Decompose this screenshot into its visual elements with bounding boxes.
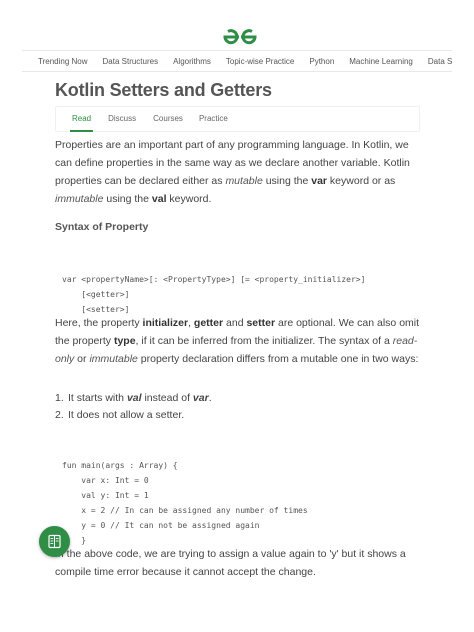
nav-item-topic-wise-practice[interactable]: Topic-wise Practice	[226, 57, 294, 66]
intro-var-keyword: var	[311, 175, 328, 187]
explain-immutable: immutable	[89, 353, 138, 365]
article-fab-button[interactable]	[39, 526, 70, 557]
intro-text: keyword or as	[327, 175, 396, 187]
list-var-keyword: var	[192, 392, 209, 404]
article-icon	[48, 534, 61, 549]
tab-courses[interactable]: Courses	[153, 106, 183, 132]
code-line: var x: Int = 0	[62, 476, 149, 485]
tab-discuss[interactable]: Discuss	[108, 106, 136, 132]
tab-read[interactable]: Read	[69, 106, 94, 132]
page-title: Kotlin Setters and Getters	[55, 80, 272, 100]
nav-item-python[interactable]: Python	[309, 57, 334, 66]
header	[0, 0, 474, 50]
list-text: instead of	[141, 392, 193, 404]
explain-text: , if it can be inferred from the initial…	[135, 335, 393, 347]
intro-immutable: immutable	[55, 193, 104, 205]
nav-item-data-structures[interactable]: Data Structures	[103, 57, 159, 66]
code-line: fun main(args : Array) {	[62, 461, 178, 470]
explain-text: property declaration differs from a muta…	[137, 353, 419, 365]
list-number: 2.	[55, 409, 64, 421]
nav-item-machine-learning[interactable]: Machine Learning	[349, 57, 413, 66]
list-text: .	[208, 392, 212, 404]
gfg-logo-icon[interactable]	[222, 28, 258, 46]
nav-item-data-science[interactable]: Data Science	[428, 57, 452, 66]
explain-setter: setter	[246, 317, 276, 329]
list-item: 1. It starts with val instead of var.	[55, 390, 212, 406]
intro-val-keyword: val	[151, 193, 167, 205]
list-item: 2. It does not allow a setter.	[55, 407, 212, 423]
top-navigation: Trending Now Data Structures Algorithms …	[22, 50, 452, 72]
code-line: y = 0 // It can not be assigned again	[62, 521, 260, 530]
list-number: 1.	[55, 392, 64, 404]
explain-text: Here, the property	[55, 317, 143, 329]
intro-paragraph: Properties are an important part of any …	[55, 136, 420, 208]
closing-paragraph: In the above code, we are trying to assi…	[55, 548, 406, 578]
explain-text: and	[223, 317, 247, 329]
explain-text: or	[74, 353, 90, 365]
article-tabs: Read Discuss Courses Practice	[55, 106, 420, 132]
differences-list: 1. It starts with val instead of var. 2. I…	[55, 390, 212, 424]
code-line: x = 2 // In can be assigned any number o…	[62, 506, 308, 515]
explanation-paragraph: Here, the property initializer, getter a…	[55, 314, 420, 368]
intro-text: using the	[103, 193, 152, 205]
explain-getter: getter	[193, 317, 224, 329]
intro-mutable: mutable	[225, 175, 263, 187]
list-text: It does not allow a setter.	[68, 409, 185, 421]
code-line: val y: Int = 1	[62, 491, 149, 500]
code-line: var <propertyName>[: <PropertyType>] [= …	[62, 275, 366, 284]
list-val-keyword: val	[126, 392, 142, 404]
nav-item-trending-now[interactable]: Trending Now	[38, 57, 88, 66]
explain-initializer: initializer	[142, 317, 189, 329]
tab-practice[interactable]: Practice	[199, 106, 228, 132]
explain-type: type	[113, 335, 136, 347]
intro-text: keyword.	[166, 193, 212, 205]
code-line: [<getter>]	[62, 290, 130, 299]
syntax-heading: Syntax of Property	[55, 221, 149, 233]
nav-item-algorithms[interactable]: Algorithms	[173, 57, 211, 66]
intro-text: using the	[262, 175, 312, 187]
list-text: It starts with	[68, 392, 127, 404]
